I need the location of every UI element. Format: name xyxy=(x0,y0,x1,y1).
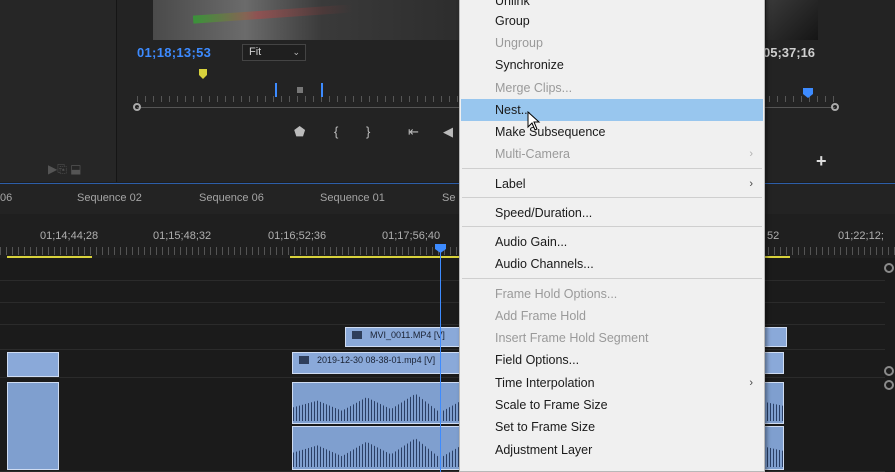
audio-clip-left[interactable] xyxy=(7,382,59,470)
fx-badge-icon xyxy=(299,356,309,364)
in-out-range[interactable] xyxy=(275,83,323,97)
clip-label: 2019-12-30 08-38-01.mp4 [V] xyxy=(317,355,436,365)
ruler-timecode: 01;14;44;28 xyxy=(40,230,99,242)
menu-item-label: Multi-Camera xyxy=(495,147,571,161)
menu-separator xyxy=(462,168,762,169)
tab-sequence-02[interactable]: Sequence 02 xyxy=(77,192,142,204)
chevron-right-icon: › xyxy=(749,148,753,160)
menu-item-make-subsequence[interactable]: Make Subsequence xyxy=(461,121,763,143)
menu-separator xyxy=(462,226,762,227)
menu-item-label: Time Interpolation xyxy=(495,376,595,390)
export-frame-icon[interactable]: ▶⎘ ⬓ xyxy=(48,162,82,177)
menu-item-audio-gain[interactable]: Audio Gain... xyxy=(461,231,763,253)
range-handle[interactable] xyxy=(297,87,303,93)
ruler-timecode: 52 xyxy=(767,230,780,242)
clip-label: MVI_0011.MP4 [V] xyxy=(370,330,445,340)
scroll-handle-top[interactable] xyxy=(884,263,894,273)
menu-item-time-interpolation[interactable]: Time Interpolation › xyxy=(461,372,763,394)
menu-item-label: Add Frame Hold xyxy=(495,309,587,323)
menu-item-label: Label xyxy=(495,177,526,191)
chevron-down-icon: ⌄ xyxy=(292,47,300,57)
tab-sequence-01[interactable]: Sequence 01 xyxy=(320,192,385,204)
step-back-icon[interactable]: ◀ xyxy=(443,124,453,140)
menu-item-label-submenu[interactable]: Label › xyxy=(461,173,763,195)
scroll-handle-bottom[interactable] xyxy=(884,380,894,390)
menu-item-label: Group xyxy=(495,14,530,28)
tab-sequence-06-partial[interactable]: 06 xyxy=(0,192,12,204)
menu-item-set-to-frame-size[interactable]: Set to Frame Size xyxy=(461,416,763,438)
menu-item-label: Speed/Duration... xyxy=(495,206,593,220)
mouse-pointer-icon xyxy=(527,111,541,131)
zoom-handle-left[interactable] xyxy=(133,103,141,111)
tab-sequence-06[interactable]: Sequence 06 xyxy=(199,192,264,204)
menu-item-label: Scale to Frame Size xyxy=(495,398,608,412)
duration-timecode: 05;37;16 xyxy=(763,45,816,60)
menu-item-speed-duration[interactable]: Speed/Duration... xyxy=(461,202,763,224)
menu-item-nest[interactable]: Nest... xyxy=(461,99,763,121)
fx-badge-icon xyxy=(352,331,362,339)
clip-left-video[interactable] xyxy=(7,352,59,377)
zoom-fit-select[interactable]: Fit ⌄ xyxy=(242,44,306,61)
tab-sequence-partial[interactable]: Se xyxy=(442,192,455,204)
menu-item-label: Adjustment Layer xyxy=(495,443,593,457)
ruler-timecode: 01;22;12; xyxy=(838,230,884,242)
menu-item-label: Unlink xyxy=(495,0,530,8)
menu-item-label: Make Subsequence xyxy=(495,125,606,139)
chevron-right-icon: › xyxy=(749,178,753,190)
ruler-timecode: 01;16;52;36 xyxy=(268,230,327,242)
clip-context-menu: Unlink Group Ungroup Synchronize Merge C… xyxy=(459,0,765,472)
menu-item-group[interactable]: Group xyxy=(461,10,763,32)
go-to-in-icon[interactable]: ⇤ xyxy=(408,124,419,140)
menu-item-label: Audio Gain... xyxy=(495,235,568,249)
playhead-timecode[interactable]: 01;18;13;53 xyxy=(137,45,211,60)
timeline-playhead[interactable] xyxy=(440,250,441,472)
menu-item-label: Synchronize xyxy=(495,58,564,72)
ruler-timecode: 01;17;56;40 xyxy=(382,230,441,242)
menu-item-label: Set to Frame Size xyxy=(495,420,596,434)
menu-item-merge-clips: Merge Clips... xyxy=(461,77,763,99)
menu-item-add-frame-hold: Add Frame Hold xyxy=(461,305,763,327)
chevron-right-icon: › xyxy=(749,377,753,389)
zoom-handle-right[interactable] xyxy=(831,103,839,111)
menu-item-label: Audio Channels... xyxy=(495,257,594,271)
plus-icon[interactable]: + xyxy=(816,151,827,172)
menu-item-label: Insert Frame Hold Segment xyxy=(495,331,649,345)
menu-item-label: Field Options... xyxy=(495,353,580,367)
menu-item-label: Ungroup xyxy=(495,36,543,50)
left-panel xyxy=(0,0,117,182)
menu-item-adjustment-layer[interactable]: Adjustment Layer xyxy=(461,439,763,461)
menu-item-insert-frame-hold-segment: Insert Frame Hold Segment xyxy=(461,327,763,349)
mark-in-icon[interactable]: { xyxy=(334,124,338,139)
menu-item-field-options[interactable]: Field Options... xyxy=(461,349,763,371)
menu-item-label: Frame Hold Options... xyxy=(495,287,618,301)
menu-item-label: Nest... xyxy=(495,103,532,117)
menu-item-scale-to-frame-size[interactable]: Scale to Frame Size xyxy=(461,394,763,416)
ruler-timecode: 01;15;48;32 xyxy=(153,230,212,242)
video-preview-frame xyxy=(153,0,461,40)
marker-icon[interactable]: ⬟ xyxy=(294,124,305,140)
fit-select-value: Fit xyxy=(249,46,262,58)
scroll-handle-mid[interactable] xyxy=(884,366,894,376)
mark-out-icon[interactable]: } xyxy=(366,124,370,139)
menu-item-synchronize[interactable]: Synchronize xyxy=(461,54,763,76)
menu-separator xyxy=(462,197,762,198)
menu-item-multi-camera: Multi-Camera › xyxy=(461,143,763,165)
menu-item-label: Merge Clips... xyxy=(495,81,573,95)
menu-separator xyxy=(462,278,762,279)
menu-item-frame-hold-options: Frame Hold Options... xyxy=(461,283,763,305)
video-preview-frame-right xyxy=(766,0,818,40)
work-area-bar[interactable] xyxy=(7,256,92,258)
menu-item-ungroup: Ungroup xyxy=(461,32,763,54)
menu-item-audio-channels[interactable]: Audio Channels... xyxy=(461,253,763,275)
